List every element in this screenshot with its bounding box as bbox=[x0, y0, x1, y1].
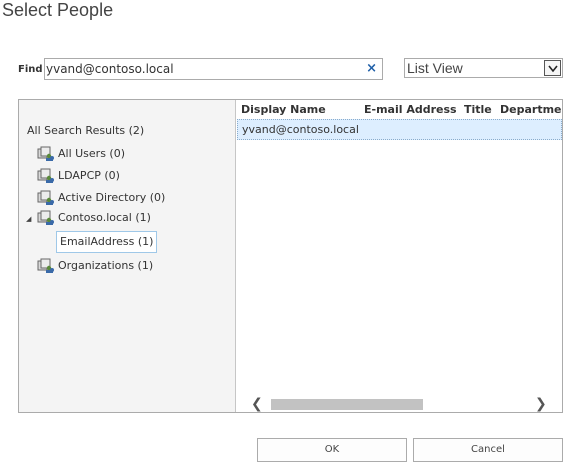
directory-group-icon bbox=[37, 146, 54, 161]
directory-group-icon bbox=[37, 210, 54, 225]
tree-node-active-directory[interactable]: Active Directory (0) bbox=[37, 189, 165, 207]
tree-node-ldapcp[interactable]: LDAPCP (0) bbox=[37, 167, 120, 185]
horizontal-scrollbar[interactable]: ❮ ❯ bbox=[237, 396, 562, 412]
directory-group-icon bbox=[37, 258, 54, 273]
tree-node-label: All Users (0) bbox=[58, 147, 126, 160]
tree-node-label: Active Directory (0) bbox=[58, 191, 166, 204]
results-list: Display Name E-mail Address Title Depart… bbox=[237, 100, 562, 412]
table-row[interactable]: yvand@contoso.local bbox=[237, 119, 562, 140]
column-header-email-address[interactable]: E-mail Address bbox=[364, 103, 457, 116]
scroll-left-icon[interactable]: ❮ bbox=[251, 397, 263, 411]
tree-root-all-search-results[interactable]: All Search Results (2) bbox=[27, 124, 144, 137]
tree-node-all-users[interactable]: All Users (0) bbox=[37, 145, 125, 163]
chevron-down-icon[interactable] bbox=[544, 60, 561, 76]
ok-button[interactable]: OK bbox=[257, 438, 407, 462]
find-label: Find bbox=[18, 64, 43, 75]
view-select[interactable]: List View bbox=[404, 58, 563, 78]
scrollbar-thumb[interactable] bbox=[271, 399, 423, 410]
tree-node-emailaddress[interactable]: EmailAddress (1) bbox=[56, 231, 158, 253]
tree-node-organizations[interactable]: Organizations (1) bbox=[37, 257, 153, 275]
results-tree: All Search Results (2) All Users (0) LDA… bbox=[19, 100, 236, 412]
find-field[interactable]: × bbox=[44, 58, 383, 80]
tree-node-label: Contoso.local (1) bbox=[58, 211, 151, 224]
tree-node-label: Organizations (1) bbox=[58, 259, 154, 272]
tree-node-contoso-local[interactable]: Contoso.local (1) bbox=[37, 209, 151, 227]
tree-node-label: LDAPCP (0) bbox=[58, 169, 120, 182]
dialog-title: Select People bbox=[2, 0, 114, 20]
cancel-button[interactable]: Cancel bbox=[413, 438, 563, 462]
find-input[interactable] bbox=[45, 59, 355, 79]
results-panel: All Search Results (2) All Users (0) LDA… bbox=[18, 99, 563, 413]
column-header-department[interactable]: Department bbox=[500, 103, 562, 116]
directory-group-icon bbox=[37, 190, 54, 205]
collapse-triangle-icon[interactable]: ◢ bbox=[26, 215, 31, 223]
list-header: Display Name E-mail Address Title Depart… bbox=[237, 100, 562, 119]
row-display-name: yvand@contoso.local bbox=[242, 123, 359, 136]
directory-group-icon bbox=[37, 168, 54, 183]
scroll-right-icon[interactable]: ❯ bbox=[535, 397, 547, 411]
column-header-title[interactable]: Title bbox=[464, 103, 492, 116]
view-select-value: List View bbox=[407, 60, 463, 76]
clear-icon[interactable]: × bbox=[366, 61, 377, 77]
column-header-display-name[interactable]: Display Name bbox=[241, 103, 326, 116]
